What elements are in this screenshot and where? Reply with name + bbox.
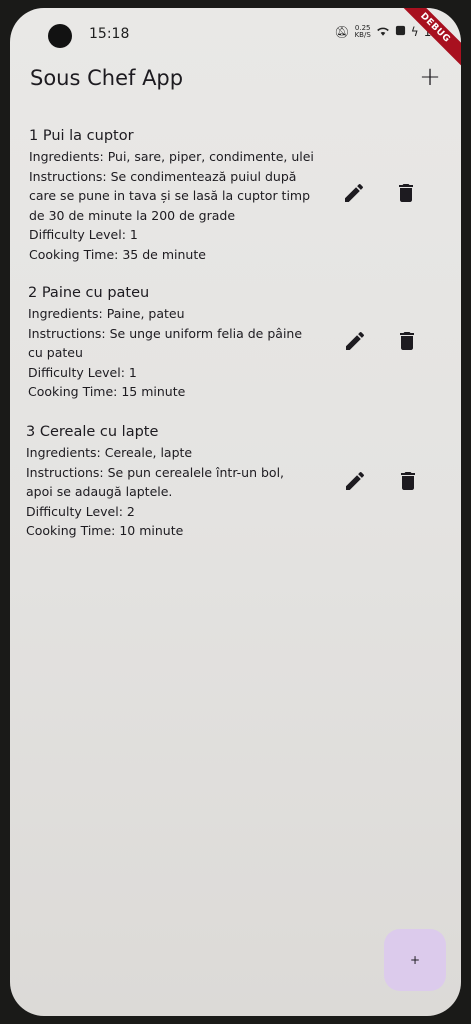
recipe-details: 1 Pui la cuptor Ingredients: Pui, sare, … <box>29 126 325 264</box>
recipe-instructions-line: Instructions: Se pun cerealele într-un b… <box>26 464 285 480</box>
recipe-instructions-line: Instructions: Se condimentează puiul dup… <box>29 168 297 184</box>
recipe-ingredients: Ingredients: Pui, sare, piper, condiment… <box>29 149 314 164</box>
recipe-title: 3 Cereale cu lapte <box>26 424 159 440</box>
bell-muted-icon: 🔕︎ <box>334 25 350 39</box>
recipe-cooking-time: Cooking Time: 15 minute <box>28 384 186 399</box>
net-speed: 0.25 KB/S <box>355 25 371 39</box>
edit-recipe-button[interactable] <box>339 178 369 208</box>
sim-icon <box>395 25 406 39</box>
recipe-difficulty: Difficulty Level: 2 <box>26 503 135 519</box>
add-recipe-fab[interactable]: + <box>384 929 446 991</box>
trash-icon <box>401 472 415 490</box>
recipe-title: 2 Paine cu pateu <box>28 285 150 301</box>
charging-icon: ϟ <box>410 25 419 39</box>
edit-recipe-button[interactable] <box>340 326 370 356</box>
recipe-instructions-line: de 30 de minute la 200 de grade <box>29 207 236 223</box>
trash-icon <box>399 184 413 202</box>
pencil-icon <box>346 471 365 490</box>
app-title: Sous Chef App <box>30 66 184 90</box>
recipe-difficulty: Difficulty Level: 1 <box>28 364 137 380</box>
wifi-icon <box>376 25 390 39</box>
delete-recipe-button[interactable] <box>393 466 423 496</box>
delete-recipe-button[interactable] <box>392 326 422 356</box>
app-bar: Sous Chef App + <box>10 60 461 108</box>
recipe-ingredients: Ingredients: Paine, pateu <box>28 306 185 321</box>
status-bar: 15:18 🔕︎ 0.25 KB/S ϟ 14 DEBUG <box>10 8 461 68</box>
recipe-details: 3 Cereale cu lapte Ingredients: Cereale,… <box>26 422 322 541</box>
recipe-cooking-time: Cooking Time: 35 de minute <box>29 246 206 262</box>
trash-icon <box>400 332 414 350</box>
recipe-instructions-line: cu pateu <box>28 345 83 360</box>
front-camera <box>48 24 72 48</box>
net-speed-unit: KB/S <box>354 31 371 39</box>
recipe-cooking-time: Cooking Time: 10 minute <box>26 523 184 538</box>
edit-recipe-button[interactable] <box>340 466 370 496</box>
recipe-ingredients: Ingredients: Cereale, lapte <box>26 445 193 460</box>
pencil-icon <box>346 331 365 350</box>
add-recipe-button[interactable]: + <box>415 62 445 92</box>
recipe-details: 2 Paine cu pateu Ingredients: Paine, pat… <box>28 283 324 402</box>
recipe-title: 1 Pui la cuptor <box>29 128 134 144</box>
pencil-icon <box>345 183 364 202</box>
recipe-instructions-line: apoi se adaugă laptele. <box>26 484 173 499</box>
delete-recipe-button[interactable] <box>391 178 421 208</box>
recipe-difficulty: Difficulty Level: 1 <box>29 227 138 242</box>
recipe-instructions-line: Instructions: Se unge uniform felia de p… <box>28 325 303 341</box>
status-time: 15:18 <box>89 26 130 42</box>
phone-screen: 15:18 🔕︎ 0.25 KB/S ϟ 14 DEBUG Sous Chef … <box>10 8 461 1016</box>
fab-label: + <box>409 953 421 967</box>
recipe-instructions-line: care se pune in tava și se lasă la cupto… <box>29 188 311 203</box>
